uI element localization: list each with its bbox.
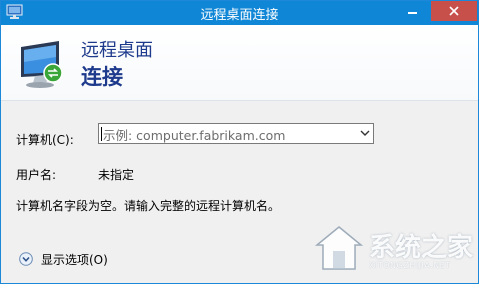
status-message: 计算机名字段为空。请输入完整的远程计算机名。 <box>16 199 281 213</box>
minimize-button[interactable] <box>398 1 427 23</box>
computer-input-placeholder[interactable]: 示例: computer.fabrikam.com <box>103 125 285 144</box>
computer-label: 计算机(C): <box>16 133 74 147</box>
dialog-body: 计算机(C): 示例: computer.fabrikam.com 用户名: 未… <box>1 101 478 283</box>
computer-combobox[interactable]: 示例: computer.fabrikam.com <box>98 123 374 144</box>
close-button[interactable] <box>431 1 477 21</box>
username-label: 用户名: <box>16 168 57 182</box>
header-banner: 远程桌面 连接 <box>1 25 478 100</box>
close-icon <box>449 6 459 16</box>
remote-desktop-monitor-icon <box>21 41 63 88</box>
text-cursor <box>101 127 102 141</box>
chevron-down-icon[interactable] <box>360 129 370 137</box>
title-bar[interactable]: 远程桌面连接 <box>1 1 478 25</box>
header-title-line2: 连接 <box>81 65 123 89</box>
show-options-link[interactable]: 显示选项(O) <box>41 251 108 268</box>
header-title-line1: 远程桌面 <box>81 40 153 61</box>
remote-desktop-window: 远程桌面连接 远程桌面 连接 计算机(C): 示例: computer.fabr… <box>0 0 479 284</box>
show-options-expand-icon[interactable] <box>19 252 33 266</box>
username-value: 未指定 <box>98 168 135 182</box>
